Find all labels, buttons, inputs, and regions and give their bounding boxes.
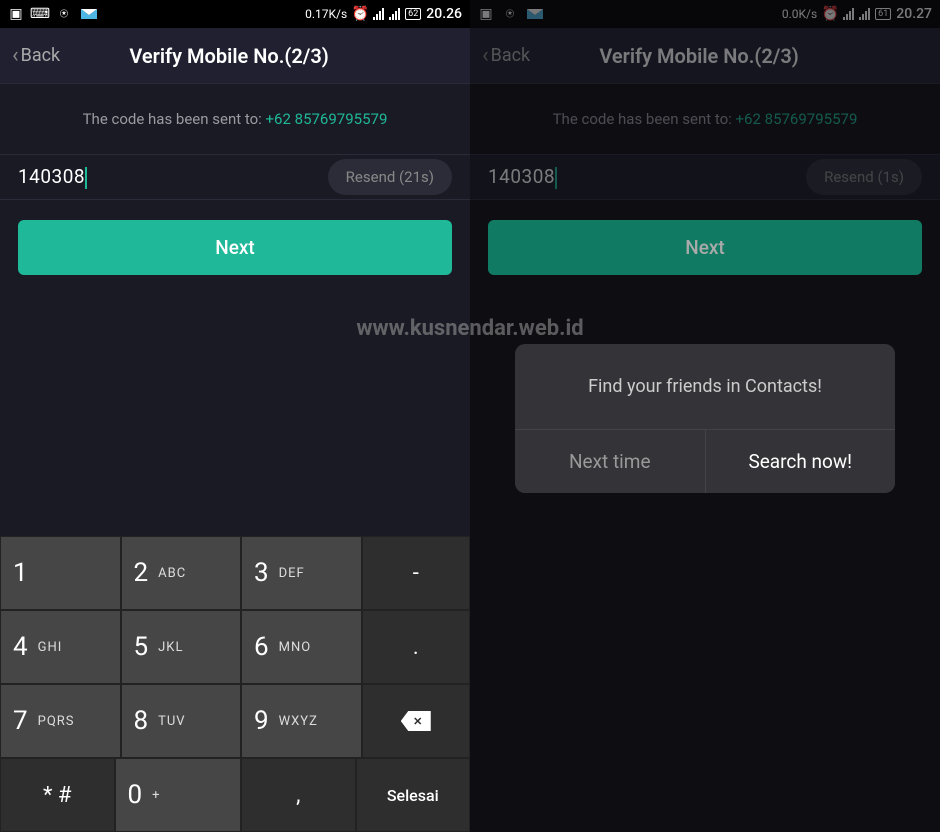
code-input[interactable]: 140308 [18,165,328,189]
battery-icon: 61 [875,8,891,20]
key-8[interactable]: 8TUV [121,684,242,758]
sent-info: The code has been sent to: +62 857697955… [470,84,940,154]
page-title: Verify Mobile No.(2/3) [490,44,908,68]
key-3[interactable]: 3DEF [241,536,362,610]
status-bar: ▣ ⍟ 0.0K/s ⏰ 61 20.27 [470,0,940,28]
key-5[interactable]: 5JKL [121,610,242,684]
mail-icon [80,7,98,21]
header: ‹ Back Verify Mobile No.(2/3) [470,28,940,84]
key-dash[interactable]: - [362,536,471,610]
sent-prefix: The code has been sent to: [553,110,736,128]
key-4[interactable]: 4GHI [0,610,121,684]
chevron-left-icon: ‹ [12,45,19,67]
page-title: Verify Mobile No.(2/3) [20,44,438,68]
signal-icon-2 [859,8,870,20]
key-star-hash[interactable]: * # [0,758,115,832]
screen-right: ▣ ⍟ 0.0K/s ⏰ 61 20.27 ‹ Back Verify Mobi… [470,0,940,832]
next-button[interactable]: Next [18,220,452,275]
key-2[interactable]: 2ABC [121,536,242,610]
key-dot[interactable]: . [362,610,471,684]
code-input-row: 140308 Resend (1s) [470,154,940,200]
code-input[interactable]: 140308 [488,165,806,189]
resend-button[interactable]: Resend (1s) [806,159,922,195]
key-done[interactable]: Selesai [356,758,471,832]
key-0[interactable]: 0+ [115,758,242,832]
clock: 20.27 [896,6,932,22]
dialog-message: Find your friends in Contacts! [515,344,895,429]
network-speed: 0.17K/s [305,7,347,21]
header: ‹ Back Verify Mobile No.(2/3) [0,28,470,84]
phone-number: +62 85769795579 [736,110,858,128]
signal-icon-2 [389,8,400,20]
bbm-icon: ▣ [8,6,24,22]
alarm-icon: ⏰ [352,6,368,22]
numeric-keyboard: 1 2ABC 3DEF - 4GHI 5JKL 6MNO . 7PQRS 8TU… [0,536,470,832]
signal-icon-1 [843,8,854,20]
status-bar: ▣ ⌨ ⍟ 0.17K/s ⏰ 62 20.26 [0,0,470,28]
backspace-icon [401,711,431,731]
sent-prefix: The code has been sent to: [83,110,266,128]
dialog-search-now-button[interactable]: Search now! [706,430,896,493]
signal-icon-1 [373,8,384,20]
next-button[interactable]: Next [488,220,922,275]
chevron-left-icon: ‹ [482,45,489,67]
resend-button[interactable]: Resend (21s) [328,159,452,195]
key-1[interactable]: 1 [0,536,121,610]
mail-icon [526,7,544,21]
contacts-dialog: Find your friends in Contacts! Next time… [515,344,895,493]
bbm-icon: ▣ [478,6,494,22]
key-comma[interactable]: , [241,758,356,832]
key-9[interactable]: 9WXYZ [241,684,362,758]
alarm-icon: ⏰ [822,6,838,22]
key-6[interactable]: 6MNO [241,610,362,684]
code-input-row: 140308 Resend (21s) [0,154,470,200]
clock: 20.26 [426,6,462,22]
battery-icon: 62 [405,8,421,20]
network-speed: 0.0K/s [782,7,817,21]
key-backspace[interactable] [362,684,471,758]
search-status-icon: ⍟ [56,6,72,22]
search-status-icon: ⍟ [502,6,518,22]
dialog-next-time-button[interactable]: Next time [515,430,706,493]
screen-left: ▣ ⌨ ⍟ 0.17K/s ⏰ 62 20.26 ‹ Back Verify M… [0,0,470,832]
phone-number: +62 85769795579 [266,110,388,128]
key-7[interactable]: 7PQRS [0,684,121,758]
keyboard-icon: ⌨ [32,6,48,22]
sent-info: The code has been sent to: +62 857697955… [0,84,470,154]
